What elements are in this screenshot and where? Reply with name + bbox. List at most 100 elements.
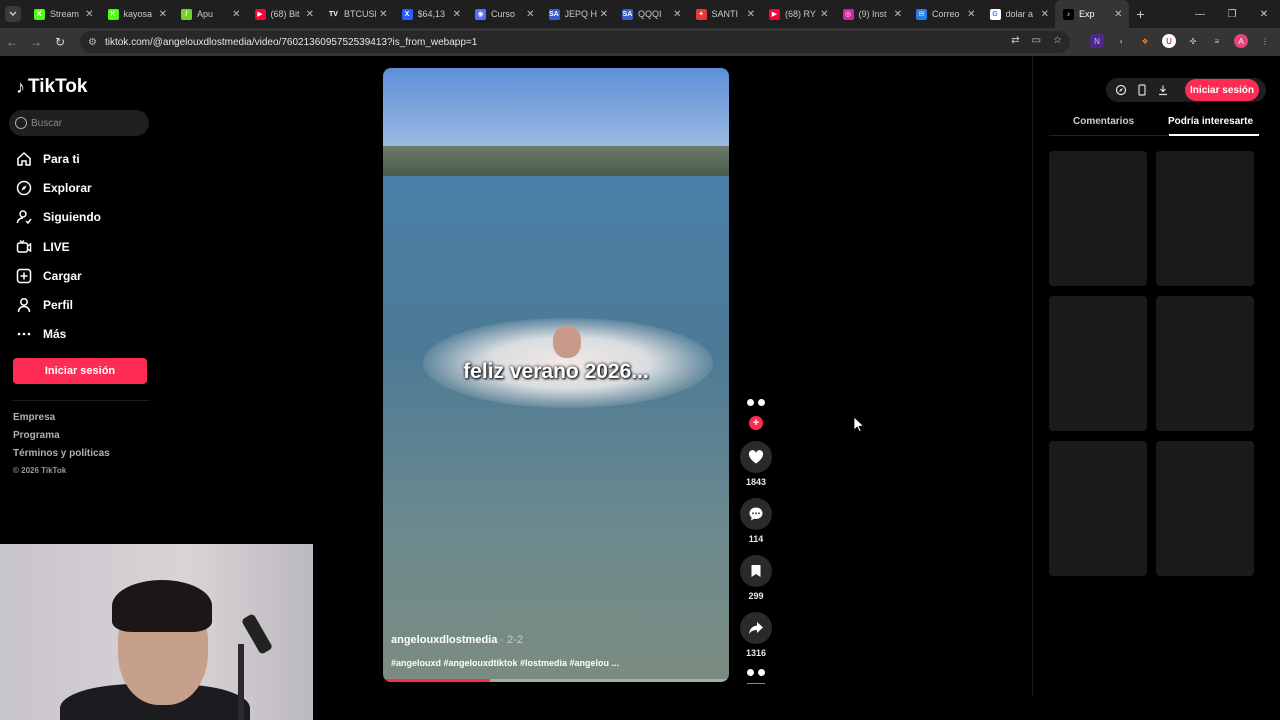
sidebar-item-explorar[interactable]: Explorar [16, 173, 101, 202]
tab-comentarios[interactable]: Comentarios [1073, 116, 1134, 127]
recommended-video-card[interactable] [1156, 441, 1254, 576]
forward-icon[interactable]: → [24, 35, 48, 49]
login-button-sidebar[interactable]: Iniciar sesión [13, 358, 147, 384]
sidebar-item-label: LIVE [43, 239, 70, 254]
tab-close-icon[interactable]: ✕ [600, 9, 608, 20]
login-button-top[interactable]: Iniciar sesión [1185, 79, 1259, 101]
bookmark-star-icon[interactable]: ☆ [1053, 35, 1062, 46]
tiktok-note-icon: ♪ [16, 76, 25, 97]
recommended-video-card[interactable] [1156, 296, 1254, 431]
browser-tab[interactable]: K Stream ✕ [26, 0, 100, 28]
music-disc-icon[interactable] [738, 666, 774, 678]
recommended-video-card[interactable] [1049, 151, 1147, 286]
browser-tab[interactable]: TV BTCUSD✕ [320, 0, 394, 28]
tab-close-icon[interactable]: ✕ [1041, 9, 1049, 20]
tab-search-menu[interactable] [0, 0, 26, 28]
tab-title: dolar a [1005, 9, 1034, 19]
tab-title: Stream [50, 9, 80, 19]
browser-tab[interactable]: ▶ (68) Bit ✕ [247, 0, 321, 28]
tab-close-icon[interactable]: ✕ [306, 9, 314, 20]
footer-link-programa[interactable]: Programa [13, 430, 110, 448]
site-info-icon[interactable]: ⚙ [88, 37, 97, 48]
reload-icon[interactable]: ↻ [48, 35, 72, 49]
bookmark-icon[interactable] [740, 555, 772, 587]
extension-icon[interactable]: ◖ [1114, 34, 1128, 48]
tab-close-icon[interactable]: ✕ [526, 9, 534, 20]
tab-close-icon[interactable]: ✕ [1114, 9, 1122, 20]
sidebar-item-cargar[interactable]: Cargar [16, 261, 101, 290]
sidebar-item-para-ti[interactable]: Para ti [16, 144, 101, 173]
device-icon[interactable] [1136, 84, 1148, 96]
tab-favicon-icon: ♪ [1063, 8, 1074, 20]
browser-tab[interactable]: ✦ SANTI ✕ [688, 0, 762, 28]
video-author[interactable]: angelouxdlostmedia [391, 634, 497, 646]
search-box[interactable] [9, 110, 149, 136]
recommended-video-card[interactable] [1049, 441, 1147, 576]
browser-tab[interactable]: Gdolar a ✕ [982, 0, 1056, 28]
browser-tab[interactable]: ◎ (9) Inst ✕ [835, 0, 909, 28]
download-icon[interactable] [1157, 84, 1169, 96]
tiktok-logo[interactable]: ♪ TikTok [16, 76, 87, 98]
sidebar-item-perfil[interactable]: Perfil [16, 290, 101, 319]
coins-icon[interactable] [1115, 84, 1127, 96]
browser-tab[interactable]: SA JEPQ H ✕ [541, 0, 615, 28]
sidebar-item-live[interactable]: LIVE [16, 232, 101, 261]
creator-avatar[interactable] [738, 396, 774, 408]
tab-close-icon[interactable]: ✕ [894, 9, 902, 20]
share-icon[interactable] [740, 612, 772, 644]
puzzle-icon[interactable]: ✣ [1186, 34, 1200, 48]
tab-close-icon[interactable]: ✕ [159, 9, 167, 20]
browser-tab[interactable]: ◉ Curso ✕ [467, 0, 541, 28]
back-icon[interactable]: ← [0, 35, 24, 49]
video-hashtags[interactable]: #angelouxd #angelouxdtiktok #lostmedia #… [391, 658, 619, 668]
tab-close-icon[interactable]: ✕ [453, 9, 461, 20]
divider [747, 683, 765, 684]
tab-title: kayosa [123, 9, 153, 19]
extension-icon[interactable]: N [1090, 34, 1104, 48]
tab-close-icon[interactable]: ✕ [85, 9, 93, 20]
profile-avatar[interactable]: A [1234, 34, 1248, 48]
tab-close-icon[interactable]: ✕ [379, 9, 387, 20]
extension-icon[interactable]: ❖ [1138, 34, 1152, 48]
sidebar-item-siguiendo[interactable]: Siguiendo [16, 203, 101, 232]
url-field[interactable]: ⚙ tiktok.com/@angelouxdlostmedia/video/7… [80, 31, 1070, 53]
tab-close-icon[interactable]: ✕ [967, 9, 975, 20]
tab-close-icon[interactable]: ✕ [747, 9, 755, 20]
close-window-icon[interactable]: ✕ [1248, 9, 1280, 20]
sidebar-footer: Empresa Programa Términos y políticas © … [13, 412, 110, 484]
tab-close-icon[interactable]: ✕ [673, 9, 681, 20]
footer-link-terminos[interactable]: Términos y políticas [13, 448, 110, 466]
ublock-icon[interactable]: U [1162, 34, 1176, 48]
follow-plus-button[interactable]: + [749, 416, 763, 430]
recommended-video-card[interactable] [1156, 151, 1254, 286]
media-control-icon[interactable]: ≡ [1210, 34, 1224, 48]
tab-close-icon[interactable]: ✕ [820, 9, 828, 20]
url-text[interactable]: tiktok.com/@angelouxdlostmedia/video/760… [105, 37, 477, 48]
menu-kebab-icon[interactable]: ⋮ [1258, 34, 1272, 48]
sidebar-item-mas[interactable]: Más [16, 320, 101, 349]
footer-link-empresa[interactable]: Empresa [13, 412, 110, 430]
browser-tab[interactable]: / Apu ✕ [173, 0, 247, 28]
video-progress-bar[interactable] [383, 679, 729, 682]
browser-tab[interactable]: X $64,13 ✕ [394, 0, 468, 28]
browser-tab[interactable]: ▶ (68) RY ✕ [761, 0, 835, 28]
restore-icon[interactable]: ❐ [1216, 9, 1248, 20]
tab-podria-interesarte[interactable]: Podría interesarte [1168, 116, 1253, 127]
chevron-down-icon[interactable] [5, 6, 21, 22]
tab-favicon-icon: ✉ [916, 8, 927, 20]
tab-close-icon[interactable]: ✕ [232, 9, 240, 20]
new-tab-button[interactable]: + [1129, 6, 1153, 22]
video-player[interactable]: feliz verano 2026... angelouxdlostmedia … [383, 68, 729, 682]
translate-icon[interactable]: ⇄ [1011, 35, 1019, 46]
search-input[interactable] [31, 117, 141, 129]
cast-icon[interactable]: ▭ [1032, 35, 1041, 46]
browser-tab[interactable]: SA QQQI ✕ [614, 0, 688, 28]
browser-tab[interactable]: ✉ Correo ✕ [908, 0, 982, 28]
browser-tab[interactable]: ♪ Exp ✕ [1055, 0, 1129, 28]
comment-icon[interactable] [740, 498, 772, 530]
browser-tab[interactable]: Kkayosa ✕ [100, 0, 174, 28]
minimize-icon[interactable]: — [1184, 9, 1216, 20]
heart-icon[interactable] [740, 441, 772, 473]
tab-title: Exp [1079, 9, 1095, 19]
recommended-video-card[interactable] [1049, 296, 1147, 431]
